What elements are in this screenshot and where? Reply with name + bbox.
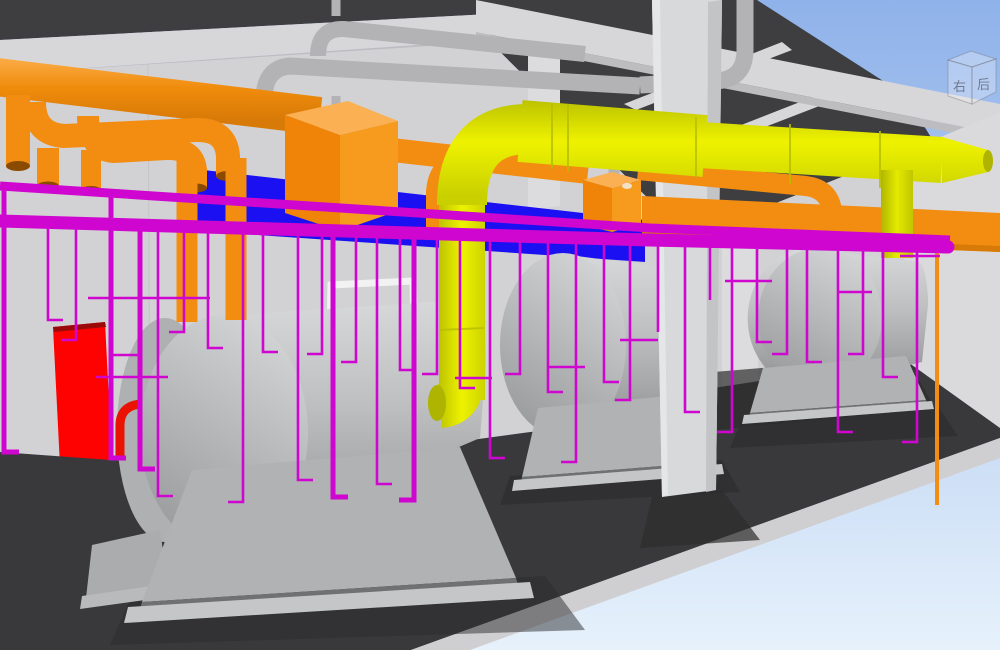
box-label-tag: [622, 183, 632, 189]
yellow-header-taper[interactable]: [700, 145, 942, 160]
model-viewport[interactable]: 右 后: [0, 0, 1000, 650]
yellow-header-main[interactable]: [520, 131, 705, 146]
yellow-pipe-end: [983, 150, 993, 172]
tank-pedestal[interactable]: [142, 447, 516, 602]
red-door[interactable]: [53, 322, 112, 466]
viewcube-back-label[interactable]: 后: [977, 78, 990, 93]
pipe-open-end: [6, 161, 30, 171]
viewcube[interactable]: 右 后: [948, 51, 996, 104]
yellow-pipe-end: [428, 385, 446, 421]
structural-column[interactable]: [652, 0, 722, 497]
door-group[interactable]: [53, 322, 112, 466]
viewcube-right-label[interactable]: 右: [953, 80, 966, 95]
box-left-face: [285, 115, 340, 231]
